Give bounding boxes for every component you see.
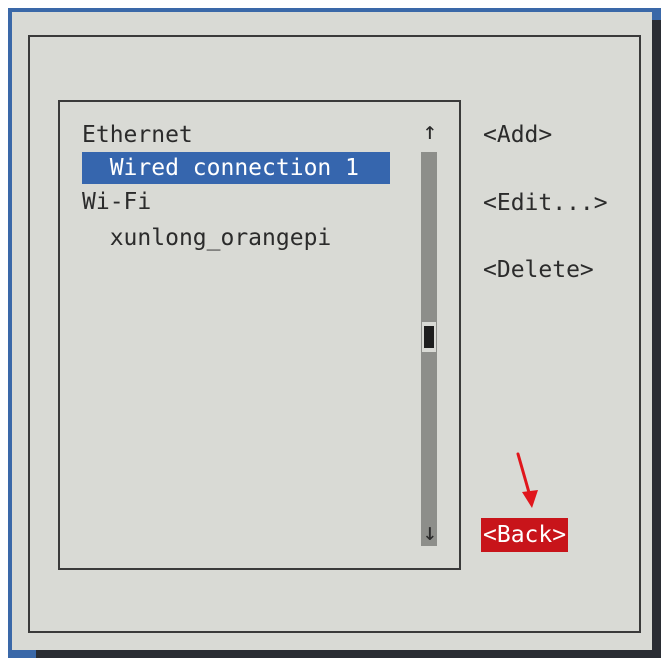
scroll-up-icon[interactable]: ↑ [419, 117, 441, 145]
scrollbar-thumb-marker [424, 326, 434, 348]
list-item-label [82, 155, 110, 181]
list-item-label: Wired connection 1 [109, 155, 359, 181]
list-item-label [82, 225, 110, 251]
list-item-xunlong-orangepi[interactable]: xunlong_orangepi [82, 222, 332, 254]
delete-button[interactable]: <Delete> [481, 253, 596, 287]
red-arrow-down-icon [516, 452, 538, 508]
edit-button[interactable]: <Edit...> [481, 186, 610, 220]
back-button[interactable]: <Back> [481, 518, 569, 552]
list-item-wired-connection-1[interactable]: Wired connection 1 [82, 152, 390, 184]
list-item-label: xunlong_orangepi [109, 225, 332, 251]
add-button[interactable]: <Add> [481, 118, 554, 152]
scroll-down-icon[interactable]: ↓ [419, 518, 441, 546]
list-item-ethernet[interactable]: Ethernet [82, 119, 193, 151]
list-item-wifi[interactable]: Wi-Fi [82, 186, 151, 218]
scrollbar-thumb[interactable] [422, 322, 436, 352]
